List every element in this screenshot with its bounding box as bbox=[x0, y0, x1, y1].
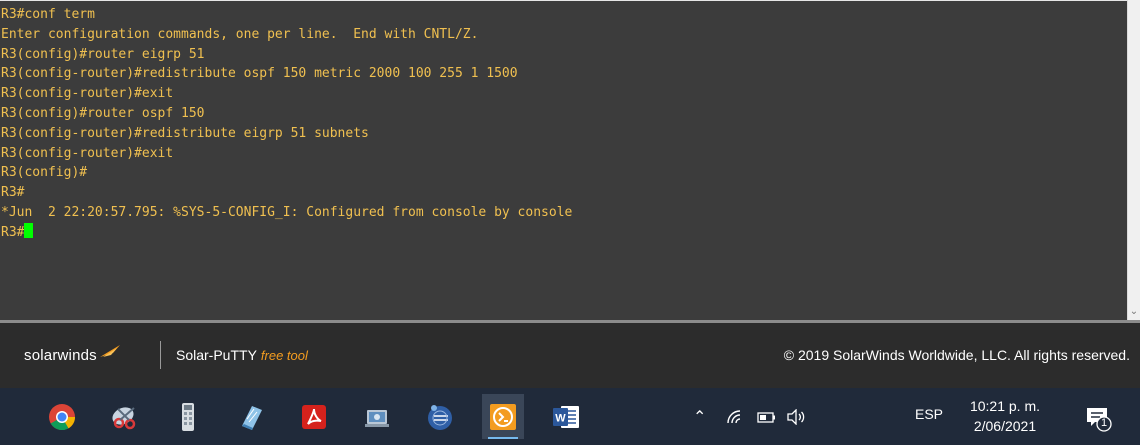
solar-putty-icon bbox=[490, 403, 516, 430]
taskbar-clock[interactable]: 10:21 p. m. 2/06/2021 bbox=[960, 396, 1050, 436]
scroll-down-icon[interactable]: ⌄ bbox=[1128, 306, 1140, 318]
action-center-button[interactable]: 1 bbox=[1083, 403, 1113, 433]
notepad-icon bbox=[242, 405, 262, 430]
taskbar-calculator-button[interactable] bbox=[167, 394, 209, 439]
tray-battery-button[interactable] bbox=[757, 388, 777, 445]
taskbar-snipping-button[interactable] bbox=[104, 394, 146, 439]
notification-count: 1 bbox=[1100, 417, 1108, 429]
taskbar-network-button[interactable] bbox=[356, 394, 398, 439]
taskbar-notepad-button[interactable] bbox=[230, 394, 272, 439]
chrome-icon bbox=[49, 403, 76, 430]
eclipse-icon bbox=[428, 404, 452, 430]
terminal-window[interactable]: R3#conf term Enter configuration command… bbox=[0, 0, 1127, 320]
solarputty-footer: solarwinds Solar-PuTTY free tool © 2019 S… bbox=[0, 323, 1140, 388]
battery-icon bbox=[757, 411, 775, 423]
terminal-line: *Jun 2 22:20:57.795: %SYS-5-CONFIG_I: Co… bbox=[1, 204, 573, 220]
svg-text:W: W bbox=[555, 412, 566, 424]
speaker-icon bbox=[787, 408, 805, 425]
tray-volume-button[interactable] bbox=[786, 388, 808, 445]
word-icon: W bbox=[553, 405, 579, 428]
notification-icon bbox=[1087, 408, 1112, 432]
clock-date: 2/06/2021 bbox=[973, 418, 1037, 434]
chevron-up-icon: ⌃ bbox=[693, 408, 707, 426]
taskbar-eclipse-button[interactable] bbox=[419, 394, 461, 439]
free-tool-tag: free tool bbox=[260, 348, 308, 363]
terminal-cursor bbox=[24, 222, 34, 238]
calculator-icon bbox=[182, 402, 194, 431]
terminal-scrollbar[interactable]: ⌄ bbox=[1127, 0, 1140, 320]
terminal-line: R3(config)#router ospf 150 bbox=[1, 105, 205, 121]
terminal-line: R3(config-router)#exit bbox=[1, 86, 174, 102]
network-settings-icon bbox=[365, 409, 389, 427]
product-name: Solar-PuTTY free tool bbox=[176, 347, 308, 363]
terminal-prompt-line[interactable]: R3# bbox=[1, 222, 572, 243]
input-language[interactable]: ESP bbox=[915, 406, 943, 422]
terminal-line: R3(config-router)#exit bbox=[1, 145, 174, 161]
terminal-line: Enter configuration commands, one per li… bbox=[1, 26, 479, 42]
terminal-line: R3(config-router)#redistribute eigrp 51 … bbox=[1, 125, 369, 141]
clock-time: 10:21 p. m. bbox=[969, 398, 1041, 414]
tray-overflow-button[interactable]: ⌃ bbox=[693, 388, 706, 445]
terminal-output: R3#conf term Enter configuration command… bbox=[1, 5, 572, 243]
terminal-prompt: R3# bbox=[1, 224, 25, 240]
terminal-line: R3(config)# bbox=[1, 165, 88, 181]
terminal-line: R3(config)#router eigrp 51 bbox=[1, 46, 205, 62]
windows-taskbar: W ⌃ ESP 10:21 p. m. 2/06/2021 1 bbox=[0, 388, 1140, 445]
tray-network-button[interactable] bbox=[726, 388, 744, 445]
copyright-text: © 2019 SolarWinds Worldwide, LLC. All ri… bbox=[783, 347, 1130, 363]
terminal-line: R3(config-router)#redistribute ospf 150 … bbox=[1, 66, 518, 82]
taskbar-acrobat-button[interactable] bbox=[293, 394, 335, 439]
acrobat-reader-icon bbox=[302, 404, 326, 429]
taskbar-word-button[interactable]: W bbox=[545, 394, 587, 439]
snipping-tool-icon bbox=[112, 406, 136, 429]
terminal-line: R3# bbox=[1, 185, 25, 201]
solarwinds-wordmark: solarwinds bbox=[24, 346, 97, 364]
taskbar-chrome-button[interactable] bbox=[41, 394, 83, 439]
solarwinds-logo: solarwinds bbox=[24, 343, 121, 367]
wifi-icon bbox=[727, 409, 741, 423]
solarwinds-flame-icon bbox=[99, 345, 120, 357]
footer-divider bbox=[160, 341, 161, 369]
taskbar-solarputty-button[interactable] bbox=[482, 394, 524, 439]
terminal-line: R3#conf term bbox=[1, 7, 95, 22]
product-label: Solar-PuTTY bbox=[176, 347, 257, 363]
